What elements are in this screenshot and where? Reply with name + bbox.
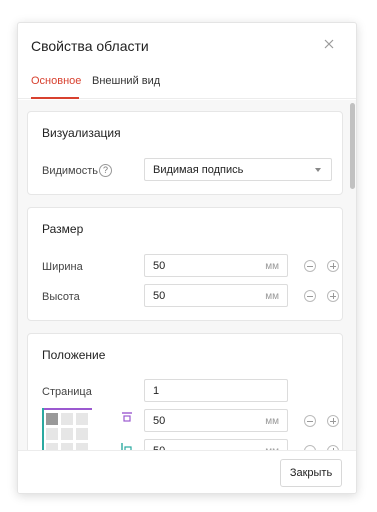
height-input[interactable]: 50 мм xyxy=(144,284,288,307)
width-unit: мм xyxy=(265,261,279,272)
tab-bar: Основное Внешний вид xyxy=(18,67,356,99)
dialog-content[interactable]: Визуализация Видимость ? Видимая подпись… xyxy=(18,100,348,450)
visualization-title: Визуализация xyxy=(42,126,121,140)
height-input-value: 50 xyxy=(153,290,166,302)
page-label: Страница xyxy=(42,386,92,398)
chevron-down-icon xyxy=(315,168,321,172)
area-properties-dialog: Свойства области Основное Внешний вид Ви… xyxy=(17,22,357,494)
tab-main[interactable]: Основное xyxy=(31,75,81,87)
size-section: Размер Ширина 50 мм Высота 50 мм xyxy=(27,207,343,321)
dialog-title: Свойства области xyxy=(31,38,149,54)
top-offset-unit: мм xyxy=(265,416,279,427)
width-label: Ширина xyxy=(42,261,83,273)
visibility-select[interactable]: Видимая подпись xyxy=(144,158,332,181)
visualization-section: Визуализация Видимость ? Видимая подпись xyxy=(27,111,343,195)
top-offset-input[interactable]: 50 мм xyxy=(144,409,288,432)
close-button[interactable]: Закрыть xyxy=(280,459,342,487)
position-title: Положение xyxy=(42,348,106,362)
tab-appearance[interactable]: Внешний вид xyxy=(92,75,160,87)
height-decrease-button[interactable] xyxy=(304,290,316,302)
scrollbar-thumb[interactable] xyxy=(350,103,355,189)
page-input-value: 1 xyxy=(153,385,160,397)
width-increase-button[interactable] xyxy=(327,260,339,272)
active-tab-indicator xyxy=(31,97,79,99)
height-increase-button[interactable] xyxy=(327,290,339,302)
visibility-select-value: Видимая подпись xyxy=(153,164,244,176)
top-offset-increase-button[interactable] xyxy=(327,415,339,427)
align-top-icon xyxy=(122,412,132,422)
width-input[interactable]: 50 мм xyxy=(144,254,288,277)
close-icon[interactable] xyxy=(322,37,336,51)
height-label: Высота xyxy=(42,291,80,303)
help-icon[interactable]: ? xyxy=(99,164,112,177)
position-grid-icon xyxy=(42,408,94,450)
top-offset-decrease-button[interactable] xyxy=(304,415,316,427)
position-section: Положение Страница 1 50 мм xyxy=(27,333,343,450)
height-unit: мм xyxy=(265,291,279,302)
visibility-label: Видимость xyxy=(42,165,98,177)
left-offset-input[interactable]: 50 мм xyxy=(144,439,288,450)
width-decrease-button[interactable] xyxy=(304,260,316,272)
dialog-footer: Закрыть xyxy=(18,450,356,493)
align-left-icon xyxy=(121,443,132,450)
page-input[interactable]: 1 xyxy=(144,379,288,402)
top-offset-value: 50 xyxy=(153,415,166,427)
size-title: Размер xyxy=(42,222,84,236)
width-input-value: 50 xyxy=(153,260,166,272)
